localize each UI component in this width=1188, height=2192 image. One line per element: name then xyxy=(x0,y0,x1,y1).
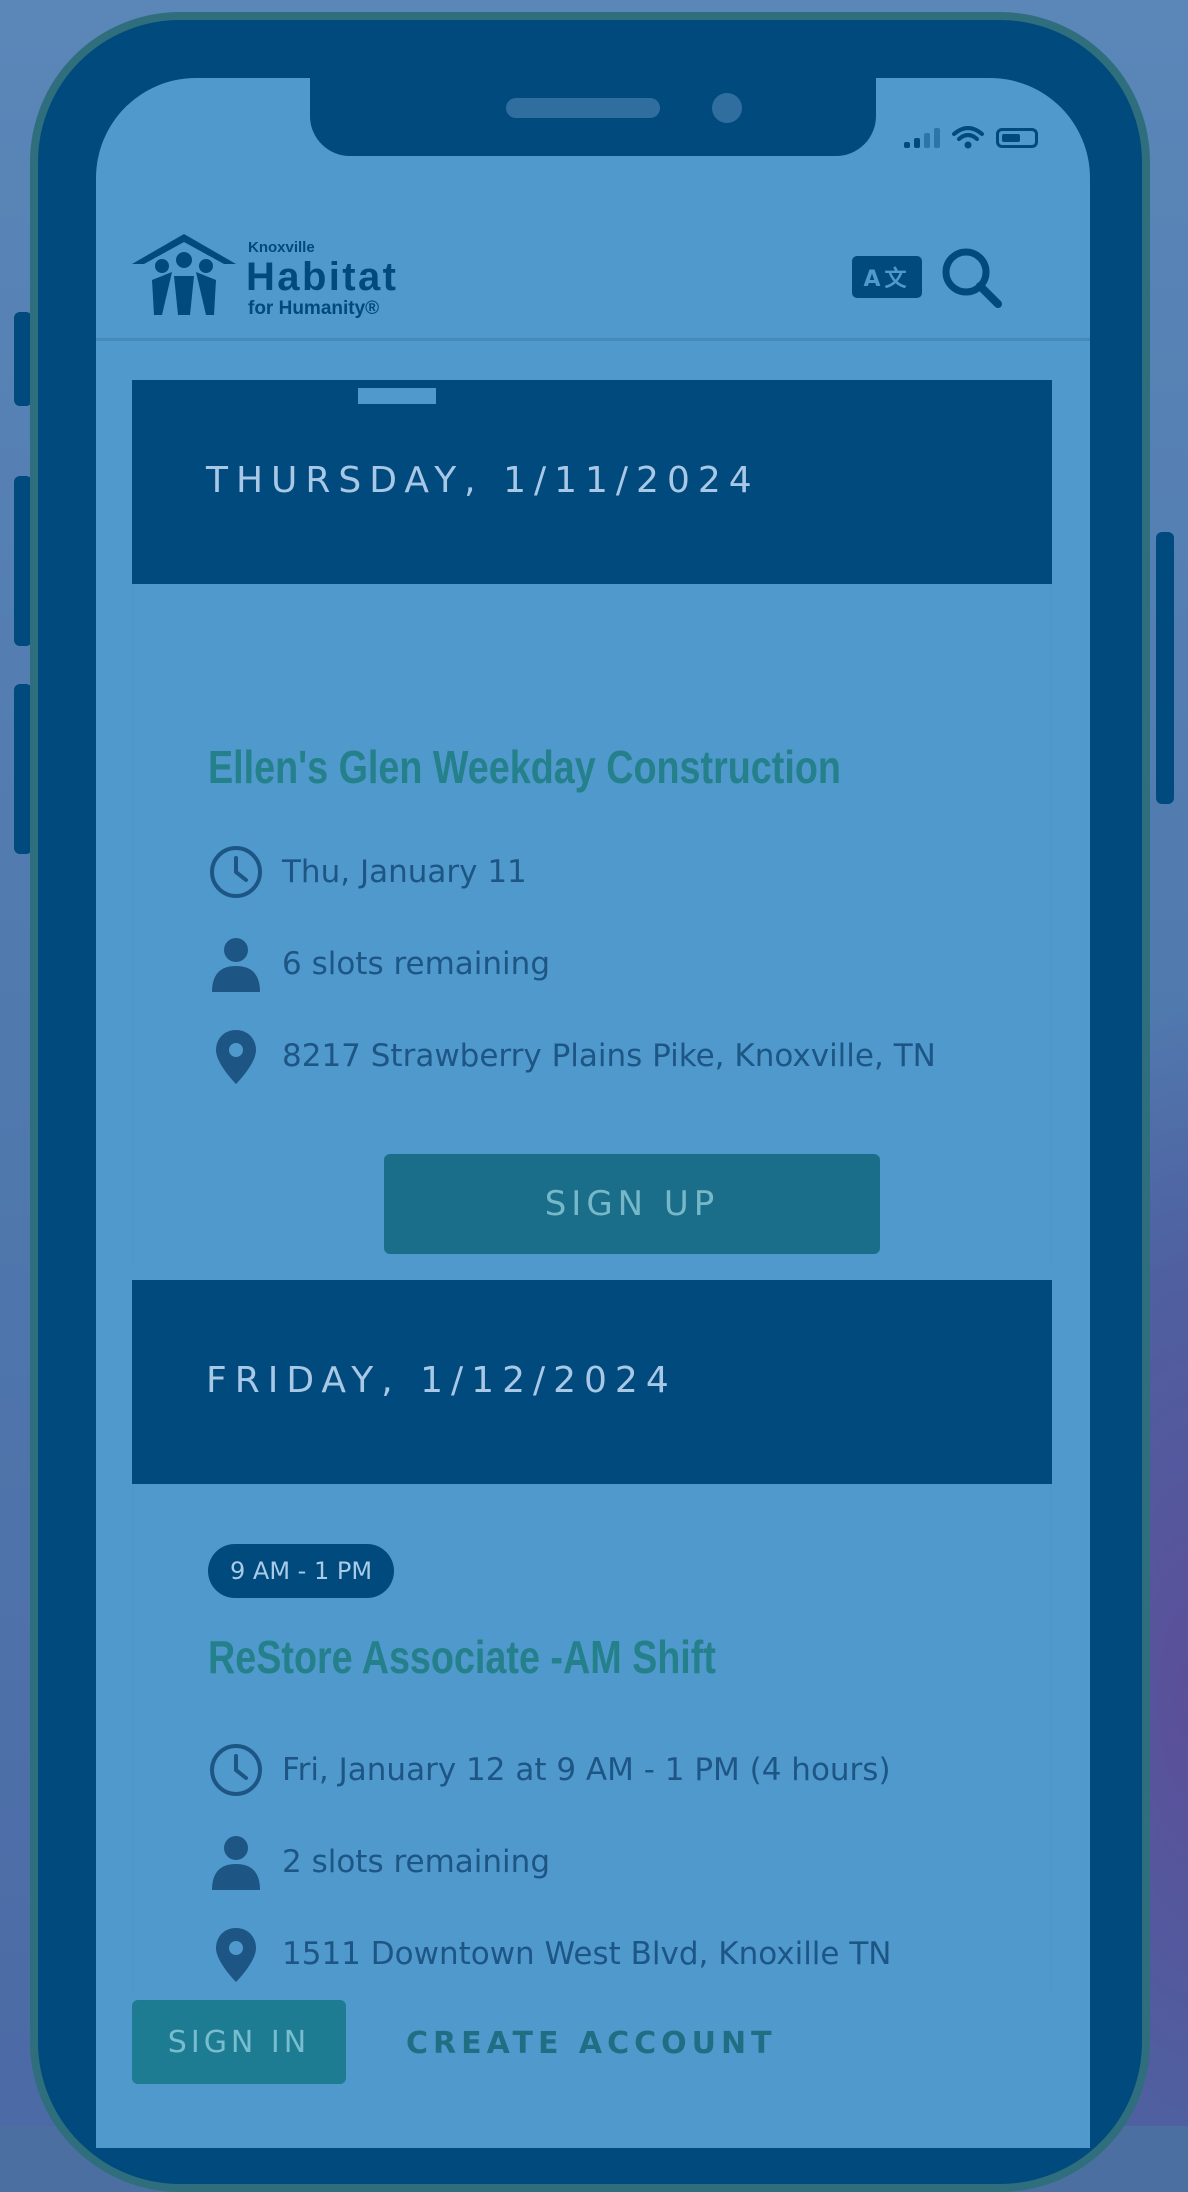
search-button[interactable] xyxy=(938,244,1008,314)
location-pin-icon xyxy=(216,1030,256,1084)
create-account-link[interactable]: CREATE ACCOUNT xyxy=(406,2026,777,2061)
svg-text:Knoxville: Knoxville xyxy=(248,239,315,256)
day-header: FRIDAY, 1/12/2024 xyxy=(132,1280,1052,1484)
event-location-row: 1511 Downtown West Blvd, Knoxille TN xyxy=(208,1926,891,1982)
speaker xyxy=(506,98,660,118)
event-slots: 2 slots remaining xyxy=(282,1844,550,1880)
event-date: Thu, January 11 xyxy=(282,854,527,890)
sign-in-button[interactable]: SIGN IN xyxy=(132,2000,346,2084)
search-icon xyxy=(942,248,1002,308)
translate-icon: A文 xyxy=(863,267,911,292)
day-label: THURSDAY, 1/11/2024 xyxy=(206,460,760,501)
event-slots-row: 6 slots remaining xyxy=(208,936,550,992)
event-card: 9 AM - 1 PM ReStore Associate -AM Shift … xyxy=(132,1484,1052,1994)
status-bar xyxy=(904,126,1038,150)
svg-text:for Humanity®: for Humanity® xyxy=(248,298,379,319)
notch xyxy=(310,78,876,156)
clock-icon xyxy=(210,1744,262,1796)
bottom-action-bar: SIGN IN CREATE ACCOUNT xyxy=(96,1988,1090,2148)
day-header: THURSDAY, 1/11/2024 xyxy=(132,380,1052,584)
power-button xyxy=(1156,532,1174,804)
event-card: Ellen's Glen Weekday Construction Thu, J… xyxy=(132,584,1052,1264)
event-date-row: Thu, January 11 xyxy=(208,844,527,900)
time-badge: 9 AM - 1 PM xyxy=(208,1544,395,1598)
person-icon xyxy=(212,1836,260,1890)
event-location: 8217 Strawberry Plains Pike, Knoxville, … xyxy=(282,1038,936,1074)
habitat-logo-mark: Knoxville Habitat for Humanity® xyxy=(132,234,396,319)
wifi-icon xyxy=(952,126,984,149)
phone-screen: Knoxville Habitat for Humanity® A文 THURS… xyxy=(96,78,1090,2148)
translate-button[interactable]: A文 xyxy=(852,256,922,298)
clock-icon xyxy=(210,846,262,898)
tab-indicator xyxy=(358,388,436,404)
person-icon xyxy=(212,938,260,992)
event-location: 1511 Downtown West Blvd, Knoxille TN xyxy=(282,1936,892,1972)
event-slots-row: 2 slots remaining xyxy=(208,1834,550,1890)
event-slots: 6 slots remaining xyxy=(282,946,550,982)
event-date: Fri, January 12 at 9 AM - 1 PM (4 hours) xyxy=(282,1752,891,1788)
day-label: FRIDAY, 1/12/2024 xyxy=(206,1360,677,1401)
event-location-row: 8217 Strawberry Plains Pike, Knoxville, … xyxy=(208,1028,936,1084)
sign-up-button[interactable]: SIGN UP xyxy=(384,1154,880,1254)
event-date-row: Fri, January 12 at 9 AM - 1 PM (4 hours) xyxy=(208,1742,891,1798)
battery-icon xyxy=(996,128,1038,148)
signal-icon xyxy=(904,128,940,148)
event-title[interactable]: Ellen's Glen Weekday Construction xyxy=(208,740,841,794)
front-camera xyxy=(712,93,742,123)
location-pin-icon xyxy=(216,1928,256,1982)
event-title[interactable]: ReStore Associate -AM Shift xyxy=(208,1630,716,1684)
habitat-logo[interactable]: Knoxville Habitat for Humanity® xyxy=(132,230,402,330)
site-header: Knoxville Habitat for Humanity® A文 xyxy=(96,188,1090,341)
svg-text:Habitat: Habitat xyxy=(246,255,396,299)
